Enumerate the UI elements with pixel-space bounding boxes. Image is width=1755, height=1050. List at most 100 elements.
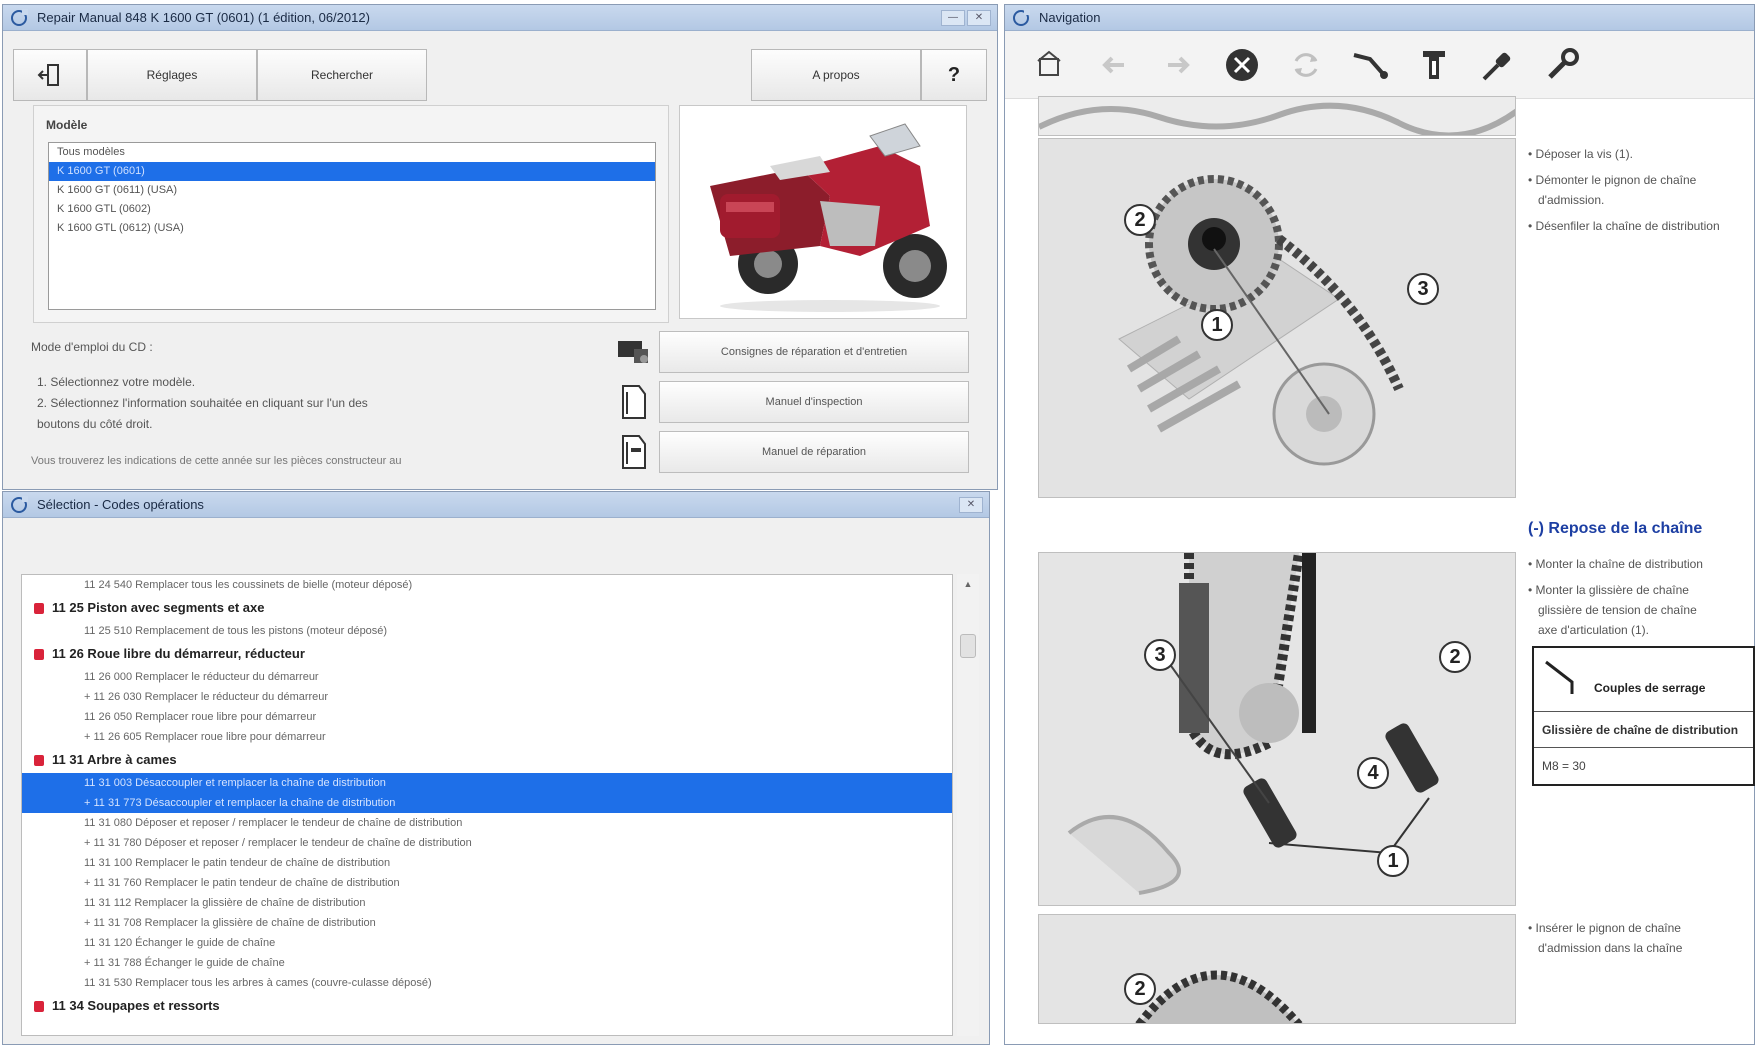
operation-group-header[interactable]: 11 25 Piston avec segments et axe (22, 595, 952, 621)
torque-wrench-icon (1545, 660, 1574, 694)
main-window-titlebar[interactable]: Repair Manual 848 K 1600 GT (0601) (1 éd… (3, 5, 997, 31)
torque-table-title: Couples de serrage (1534, 648, 1753, 712)
operation-list-item[interactable]: 11 26 000 Remplacer le réducteur du déma… (22, 667, 952, 687)
app-icon (11, 8, 28, 26)
home-icon[interactable] (1029, 44, 1071, 86)
nav-text-line10: d'admission dans la chaîne (1538, 941, 1683, 955)
operation-list-item[interactable]: + 11 31 760 Remplacer le patin tendeur d… (22, 873, 952, 893)
navigation-toolbar (1005, 31, 1754, 99)
sync-arrows-icon[interactable] (1285, 44, 1327, 86)
back-icon[interactable] (1093, 44, 1135, 86)
forward-icon[interactable] (1157, 44, 1199, 86)
main-toolbar: Réglages Rechercher A propos ? (13, 49, 987, 105)
repair-book-icon (609, 429, 659, 475)
operation-group-header[interactable]: 11 31 Arbre à cames (22, 747, 952, 773)
operation-list-item[interactable]: + 11 31 788 Échanger le guide de chaîne (22, 953, 952, 973)
motorcycle-icon (710, 123, 947, 312)
navigation-window-titlebar[interactable]: Navigation (1005, 5, 1754, 31)
close-button[interactable]: ✕ (959, 496, 983, 513)
app-icon (11, 495, 28, 513)
scroll-up-icon[interactable]: ▲ (957, 574, 979, 594)
diagram-top-strip (1038, 96, 1516, 136)
diagram2-callout-2: 2 (1439, 641, 1471, 673)
settings-button[interactable]: Réglages (87, 49, 257, 101)
models-panel: Modèle Tous modèles K 1600 GT (0601) K 160… (33, 105, 669, 323)
search-button[interactable]: Rechercher (257, 49, 427, 101)
diagram1-callout-3: 3 (1407, 273, 1439, 305)
minimize-button[interactable]: — (941, 9, 965, 26)
repair-tools-icon (609, 329, 659, 375)
close-circle-icon[interactable] (1221, 44, 1263, 86)
diagram-timing-chain: 3 2 4 1 (1038, 552, 1516, 906)
operation-group-header[interactable]: 11 34 Soupapes et ressorts (22, 993, 952, 1019)
instructions-title: Mode d'emploi du CD : (31, 340, 153, 354)
main-window: Repair Manual 848 K 1600 GT (0601) (1 éd… (2, 4, 998, 490)
operations-list[interactable]: 11 24 540 Remplacer tous les coussinets … (21, 574, 953, 1036)
screwdriver-icon[interactable] (1477, 44, 1519, 86)
diagram-camshaft-sprocket: 2 1 3 (1038, 138, 1516, 498)
operation-list-item[interactable]: 11 25 510 Remplacement de tous les pisto… (22, 621, 952, 641)
nav-text-line4: • Désenfiler la chaîne de distribution (1528, 219, 1720, 233)
model-list-item[interactable]: K 1600 GTL (0612) (USA) (49, 219, 655, 238)
diagram-bottom-sprocket: 2 (1038, 914, 1516, 1024)
operation-list-item[interactable]: 11 24 540 Remplacer tous les coussinets … (22, 575, 952, 595)
operation-list-item[interactable]: + 11 31 708 Remplacer la glissière de ch… (22, 913, 952, 933)
operation-list-item[interactable]: + 11 26 605 Remplacer roue libre pour dé… (22, 727, 952, 747)
nav-section-heading[interactable]: (-) Repose de la chaîne (1528, 520, 1702, 538)
camshaft-sprocket-illustration (1039, 139, 1515, 497)
operation-list-item[interactable]: 11 31 100 Remplacer le patin tendeur de … (22, 853, 952, 873)
repair-instructions-button[interactable]: Consignes de réparation et d'entretien (659, 331, 969, 373)
close-button[interactable]: ✕ (967, 9, 991, 26)
operation-list-item[interactable]: 11 31 530 Remplacer tous les arbres à ca… (22, 973, 952, 993)
operation-list-item[interactable]: 11 31 080 Déposer et reposer / remplacer… (22, 813, 952, 833)
help-button[interactable]: ? (921, 49, 987, 101)
inspection-book-icon (609, 379, 659, 425)
manual-buttons: Consignes de réparation et d'entretien M… (609, 327, 969, 477)
main-window-title: Repair Manual 848 K 1600 GT (0601) (1 éd… (37, 10, 370, 25)
service-tool-icon[interactable] (1413, 44, 1455, 86)
instructions-step2: 2. Sélectionnez l'information souhaitée … (37, 396, 368, 410)
app-icon (1013, 8, 1030, 26)
operations-window: Sélection - Codes opérations ✕ 11 24 540… (2, 491, 990, 1045)
model-list-item[interactable]: K 1600 GT (0611) (USA) (49, 181, 655, 200)
operation-list-item[interactable]: + 11 31 780 Déposer et reposer / remplac… (22, 833, 952, 853)
repair-manual-button[interactable]: Manuel de réparation (659, 431, 969, 473)
nav-text-line2: • Démonter le pignon de chaîne (1528, 173, 1697, 187)
diagram2-callout-1: 3 (1144, 639, 1176, 671)
operation-list-item[interactable]: 11 31 003 Désaccoupler et remplacer la c… (22, 773, 952, 793)
exit-door-icon (37, 64, 59, 86)
inspection-manual-button[interactable]: Manuel d'inspection (659, 381, 969, 423)
torque-table-row2: M8 = 30 (1542, 759, 1586, 773)
nav-text-line5: • Monter la chaîne de distribution (1528, 557, 1703, 571)
operations-window-titlebar[interactable]: Sélection - Codes opérations ✕ (3, 492, 989, 518)
exit-button[interactable] (13, 49, 87, 101)
model-list-item[interactable]: K 1600 GT (0601) (49, 162, 655, 181)
diagram1-callout-1: 2 (1124, 204, 1156, 236)
diagram2-callout-3: 4 (1357, 757, 1389, 789)
operations-scrollbar[interactable]: ▲ (957, 574, 979, 1036)
operation-list-item[interactable]: 11 31 112 Remplacer la glissière de chaî… (22, 893, 952, 913)
torque-table-row1: Glissière de chaîne de distribution (1534, 712, 1753, 748)
model-list-item[interactable]: Tous modèles (49, 143, 655, 162)
wrench-icon[interactable] (1541, 44, 1583, 86)
torque-table: Couples de serrage Glissière de chaîne d… (1532, 646, 1755, 786)
operation-list-item[interactable]: + 11 31 773 Désaccoupler et remplacer la… (22, 793, 952, 813)
operations-window-title: Sélection - Codes opérations (37, 497, 204, 512)
diagram1-callout-2: 1 (1201, 309, 1233, 341)
model-list-item[interactable]: K 1600 GTL (0602) (49, 200, 655, 219)
instructions-step2b: boutons du côté droit. (37, 417, 153, 431)
operation-group-header[interactable]: 11 26 Roue libre du démarreur, réducteur (22, 641, 952, 667)
instructions-panel: Mode d'emploi du CD : 1. Sélectionnez vo… (17, 327, 607, 489)
nav-text-line6: • Monter la glissière de chaîne (1528, 583, 1689, 597)
operation-list-item[interactable]: + 11 26 030 Remplacer le réducteur du dé… (22, 687, 952, 707)
about-button[interactable]: A propos (751, 49, 921, 101)
operation-list-item[interactable]: 11 26 050 Remplacer roue libre pour déma… (22, 707, 952, 727)
navigation-window-title: Navigation (1039, 10, 1101, 25)
torque-wrench-icon[interactable] (1349, 44, 1391, 86)
models-listbox[interactable]: Tous modèles K 1600 GT (0601) K 1600 GT (0… (48, 142, 656, 310)
motorcycle-image (679, 105, 967, 319)
operation-list-item[interactable]: 11 31 120 Échanger le guide de chaîne (22, 933, 952, 953)
nav-text-line9: • Insérer le pignon de chaîne (1528, 921, 1681, 935)
instructions-footer: Vous trouverez les indications de cette … (31, 455, 402, 467)
scroll-thumb[interactable] (960, 634, 976, 658)
